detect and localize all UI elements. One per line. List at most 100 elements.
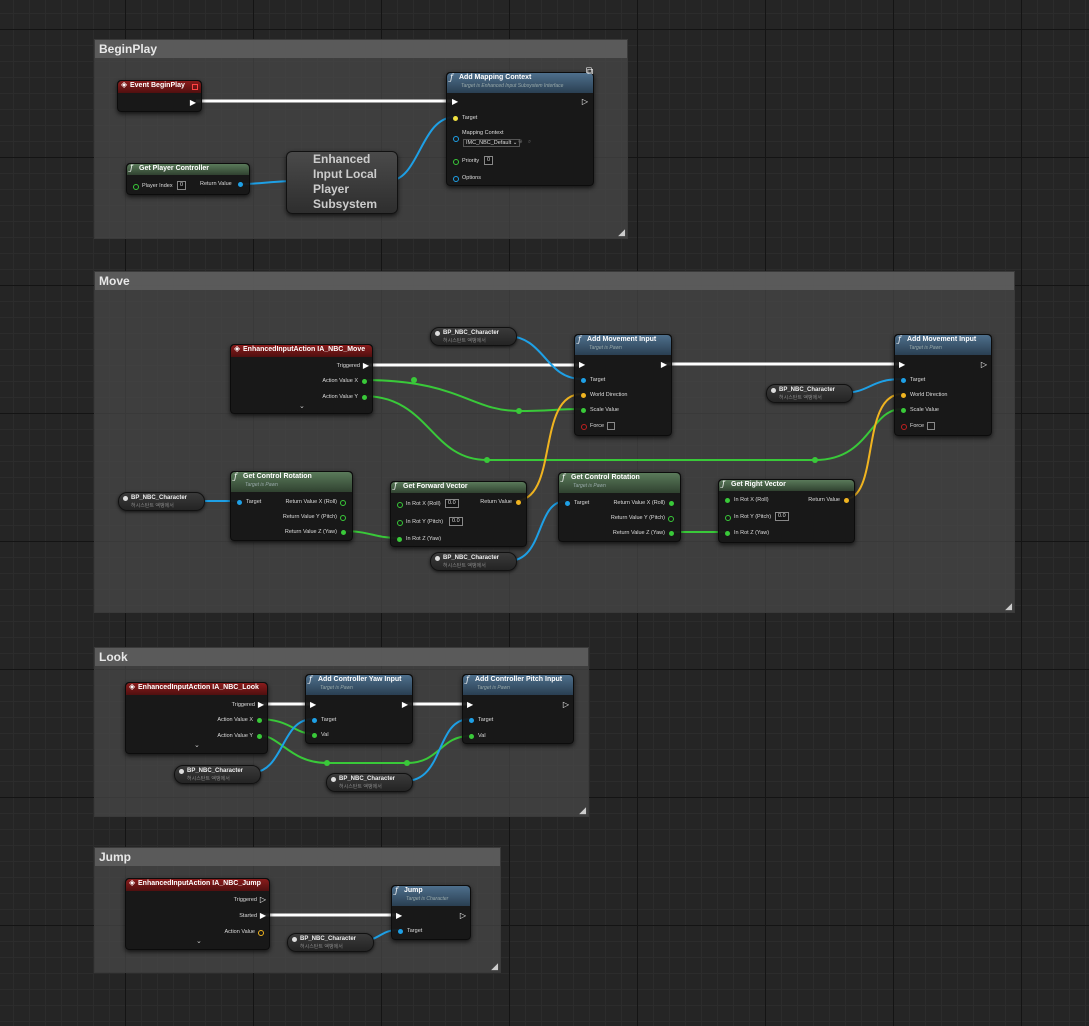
- player-index-pin[interactable]: [133, 184, 139, 190]
- exec-out-pin[interactable]: ▶: [363, 361, 369, 370]
- priority-pin[interactable]: [453, 159, 459, 165]
- search-icon[interactable]: ⌕: [528, 139, 531, 146]
- target-pin[interactable]: [901, 378, 906, 383]
- get-control-rotation-node[interactable]: ƒ Get Control Rotation Target is Pawn Ta…: [558, 472, 681, 542]
- self-reference-node[interactable]: BP_NBC_Character 허시스탄트 액뱅에서: [287, 933, 374, 952]
- add-movement-input-node[interactable]: ƒ Add Movement Input Target is Pawn ▶ ▷ …: [894, 334, 992, 436]
- self-reference-node[interactable]: BP_NBC_Character 허시스탄트 액뱅에서: [766, 384, 853, 403]
- return-y-pin[interactable]: [340, 515, 346, 521]
- get-forward-vector-node[interactable]: ƒ Get Forward Vector In Rot X (Roll) 0.0…: [390, 481, 527, 547]
- expand-chevron-icon[interactable]: ⌄: [299, 402, 305, 410]
- get-player-controller-node[interactable]: ƒ Get Player Controller Player Index 0 R…: [126, 163, 250, 195]
- pin-label: Return Value: [200, 181, 232, 187]
- val-pin[interactable]: [469, 734, 474, 739]
- return-x-pin[interactable]: [340, 500, 346, 506]
- add-controller-pitch-node[interactable]: ƒ Add Controller Pitch Input Target is P…: [462, 674, 574, 744]
- exec-out-pin[interactable]: ▶: [260, 911, 266, 920]
- jump-node[interactable]: ƒ Jump Target is Character ▶ ▷ Target: [391, 885, 471, 940]
- exec-out-pin[interactable]: ▷: [460, 911, 466, 920]
- target-pin[interactable]: [312, 718, 317, 723]
- exec-in-pin[interactable]: ▶: [579, 360, 585, 369]
- event-beginplay-node[interactable]: ◈ Event BeginPlay ▶: [117, 80, 202, 112]
- in-pitch-pin[interactable]: [725, 515, 731, 521]
- player-index-input[interactable]: 0: [177, 181, 187, 190]
- delegate-pin-icon[interactable]: [192, 84, 198, 90]
- exec-out-pin[interactable]: ▶: [402, 700, 408, 709]
- force-pin[interactable]: [901, 424, 907, 430]
- node-subtitle: Target is Pawn: [477, 685, 510, 691]
- exec-out-pin[interactable]: ▶: [661, 360, 667, 369]
- scale-value-pin[interactable]: [901, 408, 906, 413]
- exec-in-pin[interactable]: ▶: [310, 700, 316, 709]
- get-right-vector-node[interactable]: ƒ Get Right Vector In Rot X (Roll) Retur…: [718, 479, 855, 543]
- exec-in-pin[interactable]: ▶: [452, 97, 458, 106]
- exec-out-pin[interactable]: ▶: [190, 98, 196, 107]
- scale-value-pin[interactable]: [581, 408, 586, 413]
- exec-out-pin[interactable]: ▶: [258, 700, 264, 709]
- pin-label: Target: [407, 928, 423, 934]
- pitch-input[interactable]: 0.0: [449, 517, 463, 526]
- in-pitch-pin[interactable]: [397, 520, 403, 526]
- add-controller-yaw-node[interactable]: ƒ Add Controller Yaw Input Target is Paw…: [305, 674, 413, 744]
- val-pin[interactable]: [312, 733, 317, 738]
- return-z-pin[interactable]: [669, 531, 674, 536]
- self-reference-node[interactable]: BP_NBC_Character 허시스탄트 액뱅에서: [118, 492, 205, 511]
- exec-in-pin[interactable]: ▶: [467, 700, 473, 709]
- in-yaw-pin[interactable]: [397, 537, 402, 542]
- exec-out-pin[interactable]: ▷: [260, 895, 266, 904]
- action-value-x-pin[interactable]: [257, 718, 262, 723]
- target-pin[interactable]: [581, 378, 586, 383]
- exec-in-pin[interactable]: ▶: [899, 360, 905, 369]
- target-pin[interactable]: [469, 718, 474, 723]
- force-pin[interactable]: [581, 424, 587, 430]
- in-roll-pin[interactable]: [725, 498, 730, 503]
- self-reference-node[interactable]: BP_NBC_Character 허시스탄트 액뱅에서: [430, 327, 517, 346]
- target-pin[interactable]: [565, 501, 570, 506]
- pitch-input[interactable]: 0.0: [775, 512, 789, 521]
- pin-label: Target: [478, 717, 494, 723]
- roll-input[interactable]: 0.0: [445, 499, 459, 508]
- in-roll-pin[interactable]: [397, 502, 403, 508]
- exec-out-pin[interactable]: ▷: [981, 360, 987, 369]
- pin-label: Triggered: [336, 363, 360, 369]
- mapping-context-dropdown[interactable]: IMC_NBC_Default ⌄: [463, 139, 521, 147]
- add-mapping-context-node[interactable]: ƒ Add Mapping Context Target is Enhanced…: [446, 72, 594, 186]
- return-value-pin[interactable]: [844, 498, 849, 503]
- add-movement-input-node[interactable]: ƒ Add Movement Input Target is Pawn ▶ ▶ …: [574, 334, 672, 436]
- expand-chevron-icon[interactable]: ⌄: [194, 741, 200, 749]
- force-checkbox[interactable]: [607, 422, 615, 430]
- exec-out-pin[interactable]: ▷: [582, 97, 588, 106]
- world-direction-pin[interactable]: [581, 393, 586, 398]
- browse-icon[interactable]: ⊕: [518, 139, 523, 145]
- enhanced-input-subsystem-node[interactable]: Enhanced Input Local Player Subsystem: [286, 151, 398, 214]
- exec-in-pin[interactable]: ▶: [396, 911, 402, 920]
- person-icon: [179, 769, 184, 774]
- options-pin[interactable]: [453, 176, 459, 182]
- action-value-x-pin[interactable]: [362, 379, 367, 384]
- ia-jump-event-node[interactable]: ◈ EnhancedInputAction IA_NBC_Jump Trigge…: [125, 878, 270, 950]
- target-pin[interactable]: [398, 929, 403, 934]
- ia-look-event-node[interactable]: ◈ EnhancedInputAction IA_NBC_Look Trigge…: [125, 682, 268, 754]
- world-direction-pin[interactable]: [901, 393, 906, 398]
- get-control-rotation-node[interactable]: ƒ Get Control Rotation Target is Pawn Ta…: [230, 471, 353, 541]
- self-reference-node[interactable]: BP_NBC_Character 허시스탄트 액뱅에서: [174, 765, 261, 784]
- expand-chevron-icon[interactable]: ⌄: [196, 937, 202, 945]
- return-z-pin[interactable]: [341, 530, 346, 535]
- in-yaw-pin[interactable]: [725, 531, 730, 536]
- mapping-context-pin[interactable]: [453, 136, 459, 142]
- return-value-pin[interactable]: [238, 182, 243, 187]
- target-pin[interactable]: [237, 500, 242, 505]
- target-pin[interactable]: [453, 116, 458, 121]
- action-value-pin[interactable]: [258, 930, 264, 936]
- force-checkbox[interactable]: [927, 422, 935, 430]
- return-y-pin[interactable]: [668, 516, 674, 522]
- ia-move-event-node[interactable]: ◈ EnhancedInputAction IA_NBC_Move Trigge…: [230, 344, 373, 414]
- return-value-pin[interactable]: [516, 500, 521, 505]
- self-reference-node[interactable]: BP_NBC_Character 허시스탄트 액뱅에서: [430, 552, 517, 571]
- action-value-y-pin[interactable]: [362, 395, 367, 400]
- exec-out-pin[interactable]: ▷: [563, 700, 569, 709]
- self-reference-node[interactable]: BP_NBC_Character 허시스탄트 액뱅에서: [326, 773, 413, 792]
- priority-input[interactable]: 0: [484, 156, 494, 165]
- action-value-y-pin[interactable]: [257, 734, 262, 739]
- return-x-pin[interactable]: [669, 501, 674, 506]
